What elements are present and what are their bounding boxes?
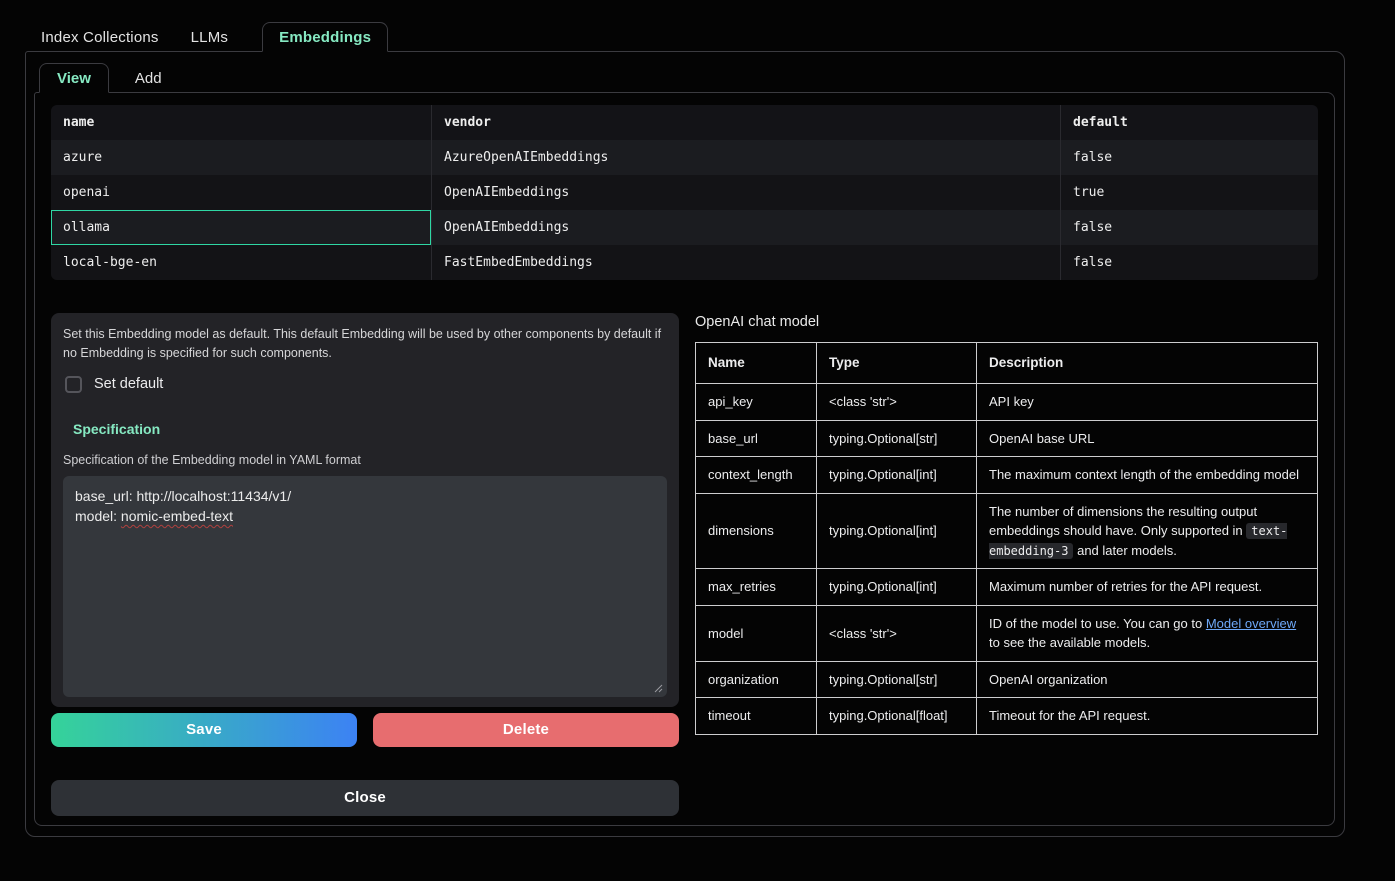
table-cell-name-local-bge-en[interactable]: local-bge-en: [51, 245, 431, 280]
doc-cell-name: model: [696, 605, 817, 661]
detail-area: Set this Embedding model as default. Thi…: [51, 313, 1318, 816]
yaml-editor[interactable]: base_url: http://localhost:11434/v1/ mod…: [63, 476, 667, 697]
table-cell-default-openai[interactable]: true: [1060, 175, 1318, 210]
doc-cell-desc: Maximum number of retries for the API re…: [977, 569, 1318, 606]
doc-cell-type: <class 'str'>: [817, 384, 977, 421]
doc-cell-type: typing.Optional[int]: [817, 569, 977, 606]
yaml-model-value: nomic-embed-text: [121, 508, 233, 524]
specification-heading: Specification: [73, 421, 667, 437]
embeddings-table: name vendor default azure AzureOpenAIEmb…: [51, 105, 1318, 280]
doc-cell-desc: The maximum context length of the embedd…: [977, 457, 1318, 494]
doc-cell-type: typing.Optional[str]: [817, 661, 977, 698]
set-default-checkbox[interactable]: [65, 376, 82, 393]
doc-row-context-length: context_length typing.Optional[int] The …: [696, 457, 1318, 494]
tab-llms[interactable]: LLMs: [175, 22, 244, 52]
doc-cell-name: max_retries: [696, 569, 817, 606]
doc-cell-type: typing.Optional[str]: [817, 420, 977, 457]
config-panel: Set this Embedding model as default. Thi…: [51, 313, 679, 707]
table-cell-vendor-azure[interactable]: AzureOpenAIEmbeddings: [431, 140, 1060, 175]
tab-add[interactable]: Add: [118, 63, 179, 93]
tab-view[interactable]: View: [39, 63, 109, 93]
table-cell-default-azure[interactable]: false: [1060, 140, 1318, 175]
app-shell: Index Collections LLMs Embeddings View A…: [0, 0, 1395, 837]
doc-panel-title: OpenAI chat model: [695, 314, 1318, 330]
doc-row-model: model <class 'str'> ID of the model to u…: [696, 605, 1318, 661]
table-cell-default-ollama[interactable]: false: [1060, 210, 1318, 245]
doc-cell-type: typing.Optional[float]: [817, 698, 977, 735]
doc-cell-name: api_key: [696, 384, 817, 421]
doc-row-max-retries: max_retries typing.Optional[int] Maximum…: [696, 569, 1318, 606]
doc-cell-desc: Timeout for the API request.: [977, 698, 1318, 735]
doc-cell-name: dimensions: [696, 493, 817, 569]
delete-button[interactable]: Delete: [373, 713, 679, 747]
doc-row-base-url: base_url typing.Optional[str] OpenAI bas…: [696, 420, 1318, 457]
edit-column: Set this Embedding model as default. Thi…: [51, 313, 679, 816]
doc-table: Name Type Description api_key <class 'st…: [695, 342, 1318, 735]
specification-caption: Specification of the Embedding model in …: [63, 453, 667, 467]
yaml-line-1: base_url: http://localhost:11434/v1/: [75, 486, 655, 506]
doc-cell-desc: API key: [977, 384, 1318, 421]
column-header-name[interactable]: name: [51, 105, 431, 140]
doc-cell-name: organization: [696, 661, 817, 698]
doc-header-row: Name Type Description: [696, 343, 1318, 384]
doc-header-description: Description: [977, 343, 1318, 384]
close-button[interactable]: Close: [51, 780, 679, 816]
doc-cell-desc: The number of dimensions the resulting o…: [977, 493, 1318, 569]
doc-row-timeout: timeout typing.Optional[float] Timeout f…: [696, 698, 1318, 735]
tab-index-collections[interactable]: Index Collections: [25, 22, 175, 52]
table-cell-name-openai[interactable]: openai: [51, 175, 431, 210]
resize-handle-icon[interactable]: [653, 683, 663, 693]
main-tab-bar: Index Collections LLMs Embeddings: [25, 22, 1345, 52]
column-header-vendor[interactable]: vendor: [431, 105, 1060, 140]
doc-cell-name: base_url: [696, 420, 817, 457]
tab-embeddings[interactable]: Embeddings: [262, 22, 388, 52]
yaml-line-2: model: nomic-embed-text: [75, 506, 655, 526]
doc-cell-name: timeout: [696, 698, 817, 735]
view-tab-panel: name vendor default azure AzureOpenAIEmb…: [34, 92, 1335, 826]
doc-cell-desc: ID of the model to use. You can go to Mo…: [977, 605, 1318, 661]
doc-row-dimensions: dimensions typing.Optional[int] The numb…: [696, 493, 1318, 569]
doc-row-api-key: api_key <class 'str'> API key: [696, 384, 1318, 421]
doc-cell-name: context_length: [696, 457, 817, 494]
sub-tab-bar: View Add: [39, 63, 1335, 93]
table-cell-name-ollama-selected[interactable]: ollama: [51, 210, 431, 245]
doc-column: OpenAI chat model Name Type Description …: [695, 313, 1318, 735]
set-default-label: Set default: [94, 376, 163, 392]
doc-cell-desc: OpenAI base URL: [977, 420, 1318, 457]
doc-cell-desc: OpenAI organization: [977, 661, 1318, 698]
doc-cell-type: <class 'str'>: [817, 605, 977, 661]
table-cell-vendor-openai[interactable]: OpenAIEmbeddings: [431, 175, 1060, 210]
model-overview-link[interactable]: Model overview: [1206, 616, 1296, 631]
default-description: Set this Embedding model as default. Thi…: [63, 325, 663, 364]
doc-header-name: Name: [696, 343, 817, 384]
table-cell-name-azure[interactable]: azure: [51, 140, 431, 175]
doc-cell-type: typing.Optional[int]: [817, 457, 977, 494]
table-cell-vendor-ollama[interactable]: OpenAIEmbeddings: [431, 210, 1060, 245]
table-cell-default-local-bge-en[interactable]: false: [1060, 245, 1318, 280]
embeddings-tab-panel: View Add name vendor default azure Azure…: [25, 51, 1345, 837]
save-button[interactable]: Save: [51, 713, 357, 747]
action-buttons-row: Save Delete: [51, 713, 679, 747]
doc-cell-type: typing.Optional[int]: [817, 493, 977, 569]
doc-header-type: Type: [817, 343, 977, 384]
set-default-checkbox-row[interactable]: Set default: [65, 376, 667, 393]
doc-row-organization: organization typing.Optional[str] OpenAI…: [696, 661, 1318, 698]
column-header-default[interactable]: default: [1060, 105, 1318, 140]
table-cell-vendor-local-bge-en[interactable]: FastEmbedEmbeddings: [431, 245, 1060, 280]
